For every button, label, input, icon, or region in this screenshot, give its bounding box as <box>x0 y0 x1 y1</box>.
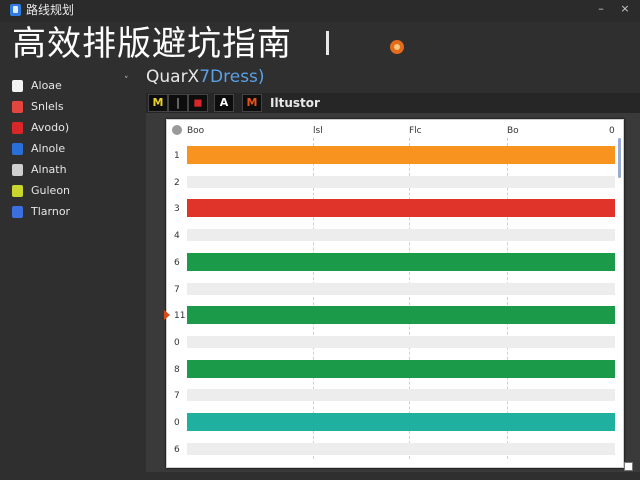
app-icon <box>10 4 21 16</box>
text-tool-button[interactable]: A <box>214 94 234 112</box>
column-header: Bo <box>507 126 519 136</box>
empty-row[interactable] <box>187 442 615 455</box>
row-number: 7 <box>174 284 180 295</box>
orange-m-tool-button[interactable]: M <box>242 94 262 112</box>
scrollbar[interactable] <box>618 138 621 178</box>
empty-row[interactable] <box>187 175 615 188</box>
row-number: 3 <box>174 204 180 215</box>
empty-row[interactable] <box>187 389 615 402</box>
document-icon <box>12 164 23 176</box>
color-row-bar[interactable] <box>187 413 615 431</box>
text-tool-icon: A <box>219 96 229 109</box>
red-flag-icon <box>12 122 23 134</box>
red-box-icon <box>12 101 23 113</box>
color-row-bar[interactable] <box>187 199 615 218</box>
yellow-m-tool-button[interactable]: M <box>148 94 168 112</box>
color-row-bar[interactable] <box>187 146 615 164</box>
empty-row[interactable] <box>187 229 615 242</box>
row-number: 0 <box>174 418 180 428</box>
bar-tool-button[interactable]: | <box>168 94 188 112</box>
page-title: 高效排版避坑指南 <box>12 24 292 64</box>
document-title: QuarX7Dress) <box>146 66 265 88</box>
image-icon <box>12 206 23 218</box>
document-title-main: QuarX <box>146 67 200 87</box>
yellow-m-tool-icon: M <box>152 96 164 109</box>
row-number: 4 <box>174 231 180 242</box>
cup-icon <box>12 80 23 92</box>
color-row-bar[interactable] <box>187 359 615 378</box>
toolbar: M | ◼ A M Iltustor <box>146 93 640 113</box>
sidebar-item-label: Snlels <box>31 100 64 113</box>
sidebar-item-label: Alnole <box>31 142 66 155</box>
workspace: Boo lsl Flc Bo 0 1 2 3 4 6 7 11 0 8 7 0 6 <box>146 113 640 472</box>
sidebar-item-snlels[interactable]: Snlels <box>12 99 132 115</box>
color-row-bar[interactable] <box>187 252 615 271</box>
sidebar-item-avodo[interactable]: Avodo) <box>12 120 132 136</box>
row-number: 6 <box>174 444 180 455</box>
status-dot-icon[interactable] <box>390 40 404 54</box>
row-number: 2 <box>174 177 180 188</box>
sidebar-item-label: Guleon <box>31 184 71 197</box>
sidebar-item-alnath[interactable]: Alnath <box>12 162 132 178</box>
sidebar-item-label: Aloae <box>31 79 62 92</box>
column-header-corner: Boo <box>187 126 205 136</box>
resize-handle[interactable] <box>624 462 633 471</box>
row-marker-icon[interactable] <box>164 310 170 321</box>
blue-square-icon <box>12 143 23 155</box>
sidebar-item-aloae[interactable]: Aloae <box>12 78 132 94</box>
layout-panel[interactable]: Boo lsl Flc Bo 0 1 2 3 4 6 7 11 0 8 7 0 6 <box>164 119 624 468</box>
sidebar-item-label: Alnath <box>31 163 67 176</box>
yellow-green-square-icon <box>12 185 23 197</box>
sidebar-item-label: Tlarnor <box>31 205 71 218</box>
row-number: 1 <box>174 151 180 161</box>
toolbar-label: Iltustor <box>270 96 320 110</box>
row-number: 7 <box>174 391 180 402</box>
sidebar: ˅ Aloae Snlels Avodo) Alnole Alnath Guleon Tla… <box>0 70 140 480</box>
header-dot-icon <box>172 125 182 135</box>
text-cursor <box>326 31 329 55</box>
empty-row[interactable] <box>187 282 615 295</box>
column-header: 0 <box>609 126 615 136</box>
row-number: 6 <box>174 257 180 268</box>
row-number: 0 <box>174 337 180 348</box>
red-tool-button[interactable]: ◼ <box>188 94 208 112</box>
row-number: 8 <box>174 364 180 375</box>
orange-m-tool-icon: M <box>246 96 258 109</box>
document-title-accent: 7Dress) <box>199 67 265 87</box>
empty-row[interactable] <box>187 335 615 348</box>
column-header: lsl <box>313 126 323 136</box>
minimize-button[interactable]: – <box>594 2 608 16</box>
sidebar-item-tlarnor[interactable]: Tlarnor <box>12 204 132 220</box>
row-number: 11 <box>174 311 186 322</box>
close-button[interactable]: × <box>618 2 632 16</box>
column-header: Flc <box>409 126 422 136</box>
color-row-bar[interactable] <box>187 306 615 325</box>
sidebar-item-guleon[interactable]: Guleon <box>12 183 132 199</box>
sidebar-item-label: Avodo) <box>31 121 70 134</box>
red-tool-icon: ◼ <box>193 96 203 109</box>
window-title: 路线规划 <box>26 3 75 17</box>
title-bar: 路线规划 – × <box>0 0 640 22</box>
sidebar-item-alnole[interactable]: Alnole <box>12 141 132 157</box>
bar-tool-icon: | <box>175 96 181 109</box>
